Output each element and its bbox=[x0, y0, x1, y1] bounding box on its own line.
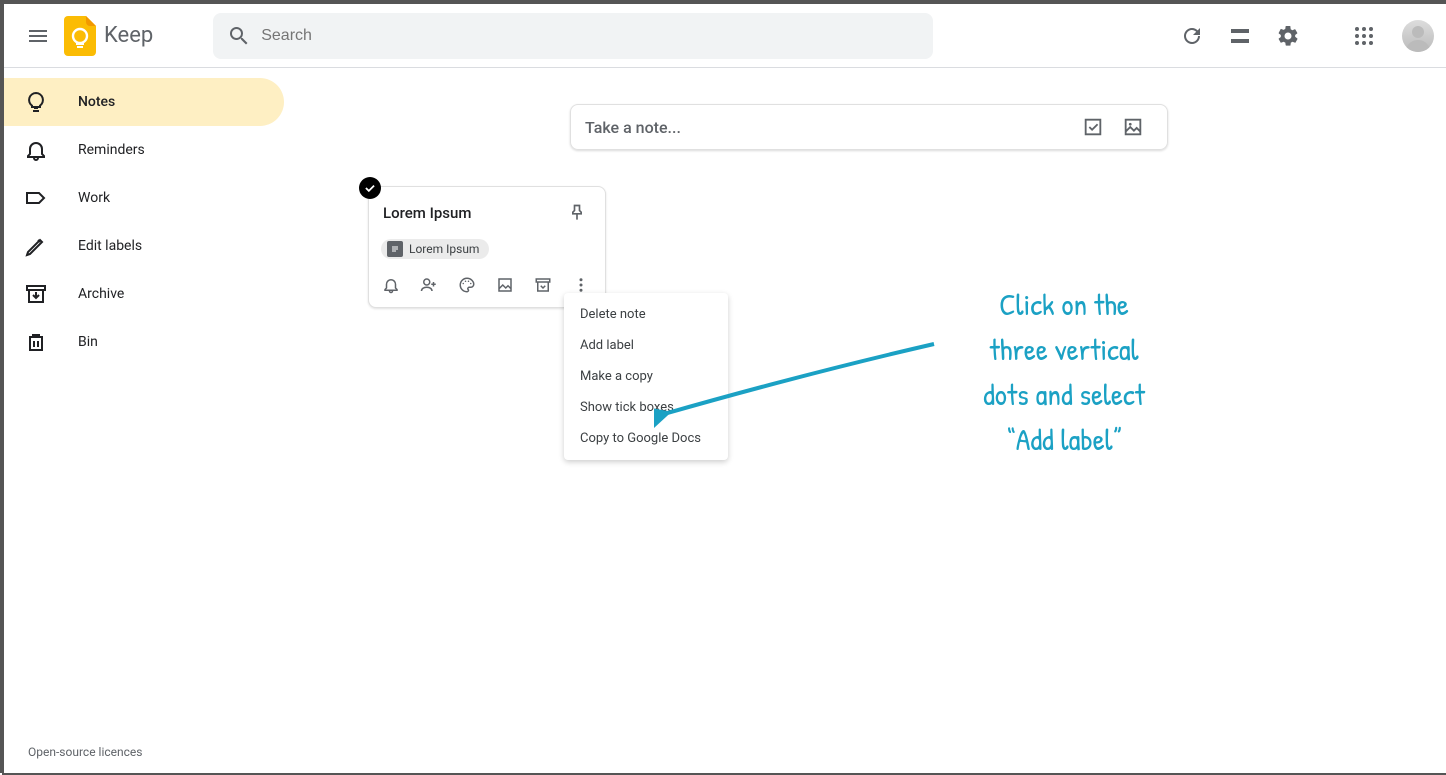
sidebar-item-label: Work bbox=[78, 190, 110, 206]
trash-icon bbox=[24, 330, 48, 354]
note-title: Lorem Ipsum bbox=[383, 204, 561, 222]
new-list-button[interactable] bbox=[1073, 107, 1113, 147]
open-source-licences-link[interactable]: Open-source licences bbox=[28, 745, 142, 759]
menu-add-label[interactable]: Add label bbox=[564, 330, 728, 361]
person-add-icon bbox=[420, 276, 438, 294]
checkbox-icon bbox=[1082, 116, 1104, 138]
sidebar-item-archive[interactable]: Archive bbox=[4, 270, 284, 318]
refresh-button[interactable] bbox=[1170, 14, 1214, 58]
sidebar-item-label: Reminders bbox=[78, 142, 145, 158]
annotation-text: Click on the three vertical dots and sel… bbox=[914, 283, 1214, 463]
search-icon bbox=[227, 24, 251, 48]
add-image-button[interactable] bbox=[489, 269, 521, 301]
more-vertical-icon bbox=[572, 276, 590, 294]
note-label-text: Lorem Ipsum bbox=[409, 242, 479, 256]
note-card[interactable]: Lorem Ipsum Lorem Ipsum bbox=[368, 186, 606, 308]
lightbulb-icon bbox=[24, 90, 48, 114]
archive-button[interactable] bbox=[527, 269, 559, 301]
google-apps-button[interactable] bbox=[1342, 14, 1386, 58]
header-actions bbox=[1170, 14, 1438, 58]
image-icon bbox=[1122, 116, 1144, 138]
bell-icon bbox=[382, 276, 400, 294]
refresh-icon bbox=[1180, 24, 1204, 48]
sidebar-item-work[interactable]: Work bbox=[4, 174, 284, 222]
sidebar-item-label: Edit labels bbox=[78, 238, 142, 254]
search-bar[interactable] bbox=[213, 13, 933, 59]
select-note-badge[interactable] bbox=[359, 177, 381, 199]
note-more-menu: Delete note Add label Make a copy Show t… bbox=[564, 293, 728, 460]
settings-button[interactable] bbox=[1266, 14, 1310, 58]
pin-button[interactable] bbox=[561, 197, 593, 229]
note-label-chip[interactable]: Lorem Ipsum bbox=[381, 239, 489, 259]
app-logo[interactable]: Keep bbox=[64, 16, 153, 56]
sidebar-item-label: Bin bbox=[78, 334, 98, 350]
main-area: Take a note... Lorem Ipsum Lorem Ipsum bbox=[284, 68, 1446, 773]
take-note-placeholder: Take a note... bbox=[585, 118, 1073, 137]
sidebar: Notes Reminders Work Edit labels Archive… bbox=[4, 68, 284, 773]
sidebar-item-edit-labels[interactable]: Edit labels bbox=[4, 222, 284, 270]
note-icon bbox=[387, 241, 403, 257]
search-input[interactable] bbox=[261, 27, 925, 45]
menu-copy-to-docs[interactable]: Copy to Google Docs bbox=[564, 423, 728, 454]
menu-show-tick-boxes[interactable]: Show tick boxes bbox=[564, 392, 728, 423]
remind-me-button[interactable] bbox=[375, 269, 407, 301]
sidebar-item-notes[interactable]: Notes bbox=[4, 78, 284, 126]
keep-logo-icon bbox=[64, 16, 96, 56]
sidebar-item-label: Archive bbox=[78, 286, 124, 302]
pin-icon bbox=[567, 203, 587, 223]
collaborator-button[interactable] bbox=[413, 269, 445, 301]
sidebar-item-reminders[interactable]: Reminders bbox=[4, 126, 284, 174]
list-view-button[interactable] bbox=[1218, 14, 1262, 58]
check-icon bbox=[363, 181, 377, 195]
main-menu-button[interactable] bbox=[16, 14, 60, 58]
palette-icon bbox=[458, 276, 476, 294]
hamburger-icon bbox=[26, 24, 50, 48]
list-view-icon bbox=[1228, 24, 1252, 48]
menu-make-copy[interactable]: Make a copy bbox=[564, 361, 728, 392]
archive-icon bbox=[24, 282, 48, 306]
app-name: Keep bbox=[104, 23, 153, 48]
apps-grid-icon bbox=[1354, 26, 1374, 46]
gear-icon bbox=[1276, 24, 1300, 48]
sidebar-item-bin[interactable]: Bin bbox=[4, 318, 284, 366]
label-icon bbox=[24, 186, 48, 210]
take-note-bar[interactable]: Take a note... bbox=[570, 104, 1168, 150]
pencil-icon bbox=[24, 234, 48, 258]
sidebar-item-label: Notes bbox=[78, 94, 115, 110]
account-avatar[interactable] bbox=[1402, 20, 1434, 52]
menu-delete-note[interactable]: Delete note bbox=[564, 299, 728, 330]
archive-icon bbox=[534, 276, 552, 294]
bell-icon bbox=[24, 138, 48, 162]
image-icon bbox=[496, 276, 514, 294]
header: Keep bbox=[4, 4, 1446, 68]
new-image-note-button[interactable] bbox=[1113, 107, 1153, 147]
color-button[interactable] bbox=[451, 269, 483, 301]
avatar-icon bbox=[1402, 20, 1434, 52]
